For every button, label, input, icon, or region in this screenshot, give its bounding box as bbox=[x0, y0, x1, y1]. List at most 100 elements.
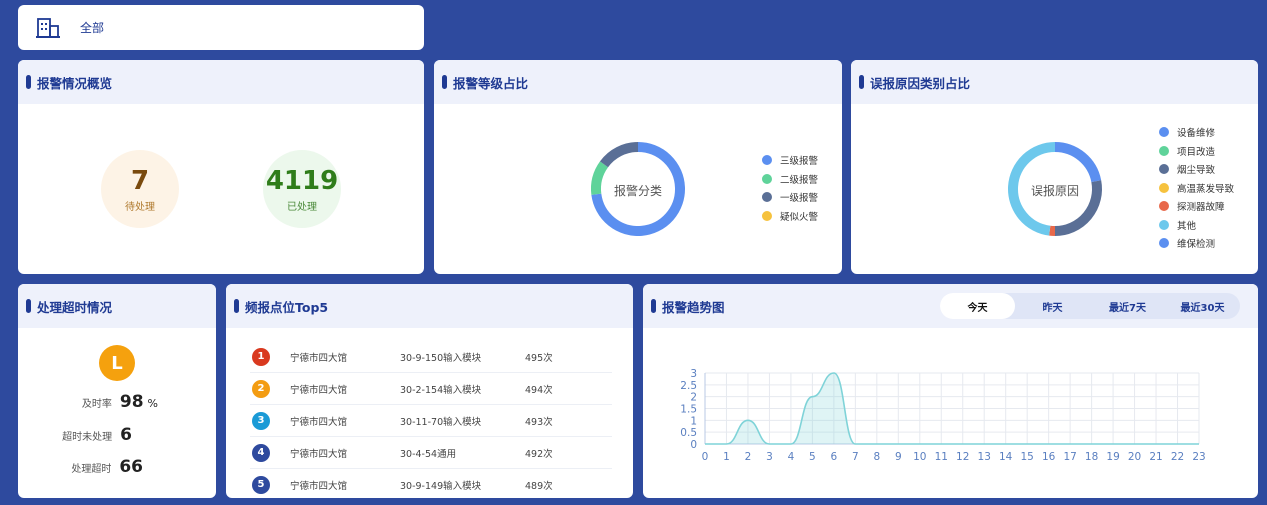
x-tick-label: 19 bbox=[1106, 451, 1119, 463]
scope-label: 全部 bbox=[80, 21, 105, 35]
y-tick-label: 1 bbox=[690, 415, 697, 427]
x-tick-label: 0 bbox=[702, 451, 709, 463]
legend-label: 二级报警 bbox=[780, 174, 819, 186]
legend-label: 高温蒸发导致 bbox=[1177, 183, 1235, 195]
alarm-level-legend-item[interactable]: 二级报警 bbox=[762, 170, 818, 189]
y-tick-label: 1.5 bbox=[680, 404, 697, 416]
alarm-level-title: 报警等级占比 bbox=[453, 75, 529, 91]
legend-dot bbox=[762, 210, 772, 221]
title-marker bbox=[651, 299, 656, 313]
x-tick-label: 23 bbox=[1192, 451, 1205, 463]
legend-dot bbox=[762, 192, 772, 203]
legend-dot bbox=[762, 173, 772, 184]
alarm-level-slice[interactable] bbox=[599, 142, 639, 168]
title-marker bbox=[442, 75, 447, 89]
timely-rate-label: 及时率 bbox=[81, 399, 112, 410]
x-tick-label: 16 bbox=[1042, 451, 1056, 463]
top5-row[interactable]: 1 宁德市四大馆 30-9-150输入模块 495次 bbox=[250, 341, 612, 373]
time-range-tabs: 今天 昨天 最近7天 最近30天 bbox=[940, 293, 1240, 319]
timeout-card: 处理超时情况 L 及时率 98 % 超时未处理 6 处理超时 66 bbox=[18, 284, 216, 498]
alarm-level-card: 报警等级占比 报警分类 三级报警 二级报警 一级报警 疑似火警 bbox=[434, 60, 842, 274]
alarm-count: 489次 bbox=[525, 480, 553, 492]
timeout-handled-label: 处理超时 bbox=[71, 464, 112, 475]
legend-label: 疑似火警 bbox=[780, 211, 819, 223]
legend-label: 项目改造 bbox=[1177, 146, 1216, 158]
alarm-count: 495次 bbox=[525, 352, 553, 364]
legend-label: 设备维修 bbox=[1177, 128, 1216, 140]
handled-bubble[interactable]: 4119 已处理 bbox=[263, 150, 341, 228]
false-reason-legend-item[interactable]: 探测器故障 bbox=[1159, 197, 1234, 216]
x-tick-label: 5 bbox=[809, 451, 816, 463]
clock-icon: L bbox=[99, 345, 135, 381]
legend-dot bbox=[762, 155, 772, 166]
title-marker bbox=[234, 299, 239, 313]
legend-dot bbox=[1159, 219, 1169, 230]
alarm-level-legend-item[interactable]: 疑似火警 bbox=[762, 207, 818, 226]
title-marker bbox=[26, 75, 31, 89]
trend-card: 报警趋势图 今天 昨天 最近7天 最近30天 0 1 2 3 4 5 6 7 8 9 10 11 12 13 14… bbox=[643, 284, 1258, 498]
legend-label: 维保检测 bbox=[1177, 239, 1216, 251]
top5-row[interactable]: 5 宁德市四大馆 30-9-149输入模块 489次 bbox=[250, 469, 612, 498]
legend-label: 三级报警 bbox=[780, 156, 819, 168]
legend-dot bbox=[1159, 145, 1169, 156]
false-reason-card: 误报原因类别占比 误报原因 设备维修 项目改造 烟尘导致 高温蒸发导致 探测器故障 其他维… bbox=[851, 60, 1258, 274]
chart-grid bbox=[704, 372, 1200, 445]
timeout-handled-value: 66 bbox=[119, 457, 143, 477]
x-tick-label: 15 bbox=[1020, 451, 1033, 463]
tab-1[interactable]: 昨天 bbox=[1015, 293, 1090, 319]
false-reason-legend-item[interactable]: 项目改造 bbox=[1159, 142, 1234, 161]
top5-card: 频报点位Top5 1 宁德市四大馆 30-9-150输入模块 495次 2 宁德市四大馆 3… bbox=[226, 284, 633, 498]
device-name: 30-9-149输入模块 bbox=[400, 480, 482, 492]
place-name: 宁德市四大馆 bbox=[290, 352, 348, 364]
pending-bubble[interactable]: 7 待处理 bbox=[101, 150, 179, 228]
top5-row[interactable]: 2 宁德市四大馆 30-2-154输入模块 494次 bbox=[250, 373, 612, 405]
x-tick-label: 21 bbox=[1149, 451, 1162, 463]
top5-row[interactable]: 3 宁德市四大馆 30-11-70输入模块 493次 bbox=[250, 405, 612, 437]
alarm-level-legend-item[interactable]: 一级报警 bbox=[762, 188, 818, 207]
timeout-unhandled-row: 超时未处理 6 bbox=[62, 425, 132, 445]
legend-dot bbox=[1159, 238, 1169, 249]
place-name: 宁德市四大馆 bbox=[290, 384, 348, 396]
handled-count: 4119 bbox=[265, 165, 339, 196]
timely-rate-unit: % bbox=[147, 397, 158, 410]
x-tick-label: 20 bbox=[1128, 451, 1141, 463]
false-reason-legend: 设备维修项目改造烟尘导致高温蒸发导致探测器故障其他维保检测 bbox=[1159, 123, 1234, 253]
timeout-unhandled-label: 超时未处理 bbox=[62, 432, 113, 443]
rank-badge: 3 bbox=[252, 411, 270, 430]
false-reason-legend-item[interactable]: 设备维修 bbox=[1159, 123, 1234, 142]
false-reason-legend-item[interactable]: 其他 bbox=[1159, 216, 1234, 235]
legend-dot bbox=[1159, 182, 1169, 193]
alarm-count: 493次 bbox=[525, 416, 553, 428]
x-tick-label: 7 bbox=[852, 451, 859, 463]
rank-badge: 4 bbox=[252, 443, 270, 462]
legend-label: 烟尘导致 bbox=[1177, 165, 1216, 177]
tab-0[interactable]: 今天 bbox=[940, 293, 1015, 319]
y-tick-label: 0 bbox=[690, 439, 697, 451]
x-tick-label: 2 bbox=[745, 451, 752, 463]
scope-selector[interactable]: 全部 bbox=[18, 5, 424, 50]
false-reason-legend-item[interactable]: 高温蒸发导致 bbox=[1159, 179, 1234, 198]
device-name: 30-9-150输入模块 bbox=[400, 352, 482, 364]
y-tick-label: 0.5 bbox=[680, 427, 697, 439]
legend-label: 其他 bbox=[1177, 220, 1197, 232]
place-name: 宁德市四大馆 bbox=[290, 448, 348, 460]
timely-rate-row: 及时率 98 % bbox=[82, 392, 158, 412]
false-reason-legend-item[interactable]: 烟尘导致 bbox=[1159, 160, 1234, 179]
alarm-count: 494次 bbox=[525, 384, 553, 396]
building-icon bbox=[36, 17, 60, 38]
clock-icon-glyph: L bbox=[111, 352, 123, 374]
x-tick-label: 12 bbox=[956, 451, 969, 463]
tab-2[interactable]: 最近7天 bbox=[1090, 293, 1165, 319]
top5-row[interactable]: 4 宁德市四大馆 30-4-54通用 492次 bbox=[250, 437, 612, 469]
false-reason-slice[interactable] bbox=[1054, 142, 1102, 183]
title-marker bbox=[859, 75, 864, 89]
tab-3[interactable]: 最近30天 bbox=[1165, 293, 1240, 319]
legend-dot bbox=[1159, 127, 1169, 138]
x-tick-label: 3 bbox=[766, 451, 773, 463]
timeout-unhandled-value: 6 bbox=[120, 425, 132, 445]
false-reason-legend-item[interactable]: 维保检测 bbox=[1159, 234, 1234, 253]
alarm-level-legend-item[interactable]: 三级报警 bbox=[762, 151, 818, 170]
pending-count: 7 bbox=[130, 165, 150, 196]
device-name: 30-4-54通用 bbox=[400, 448, 457, 460]
x-tick-label: 10 bbox=[913, 451, 926, 463]
